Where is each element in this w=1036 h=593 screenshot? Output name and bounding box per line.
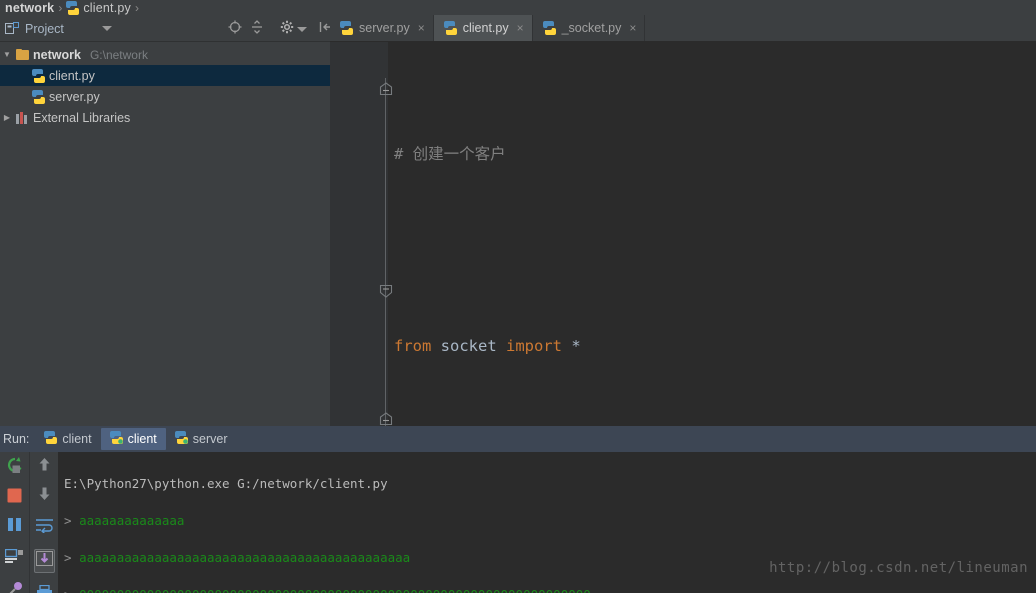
folder-icon [16, 49, 29, 60]
run-tab-label: client [127, 432, 157, 446]
editor-tab-client-py[interactable]: client.py × [433, 15, 533, 41]
soft-wrap-icon[interactable] [35, 518, 54, 538]
tree-node-network[interactable]: ▼ network G:\network [0, 44, 330, 65]
editor-tab-socket-py[interactable]: _socket.py × [532, 15, 646, 41]
breadcrumb-separator-2: › [134, 1, 139, 15]
pycharm-window: network › client.py › Project ▼ network … [0, 0, 1036, 593]
python-file-icon [542, 21, 556, 35]
python-run-icon [174, 431, 188, 447]
stop-icon[interactable] [7, 488, 22, 508]
python-file-icon [340, 21, 353, 35]
up-arrow-icon[interactable] [37, 457, 52, 477]
settings-gear-icon[interactable] [280, 20, 294, 39]
console-command-line: E:\Python27\python.exe G:/network/client… [64, 475, 388, 491]
project-toolbar [222, 16, 331, 42]
settings-chevron-down-icon[interactable] [297, 26, 307, 32]
run-tab-client-2[interactable]: client [100, 428, 166, 450]
code-content[interactable]: # 创建一个客户 from socket import * s = socket… [388, 42, 1036, 426]
close-icon[interactable]: × [418, 21, 425, 35]
code-editor[interactable]: # 创建一个客户 from socket import * s = socket… [330, 42, 1036, 426]
pause-icon[interactable] [7, 517, 22, 537]
python-run-icon [109, 431, 123, 447]
project-panel-title: Project [25, 21, 64, 36]
editor-tab-label: _socket.py [561, 21, 622, 35]
python-file-icon [32, 68, 45, 83]
project-window-icon [5, 22, 19, 35]
python-run-icon [44, 431, 58, 447]
tree-node-label: network [33, 47, 81, 62]
library-books-icon [16, 111, 29, 124]
tree-node-external-libraries[interactable]: ▶ External Libraries [0, 107, 330, 128]
watermark-text: http://blog.csdn.net/lineuman [769, 560, 1028, 576]
breadcrumb-project[interactable]: network [2, 1, 57, 15]
run-tab-server[interactable]: server [166, 428, 237, 450]
code-line: # 创建一个客户 [388, 138, 1036, 170]
pin-tab-icon[interactable] [6, 581, 23, 593]
breadcrumb-file[interactable]: client.py [63, 1, 134, 15]
chevron-down-icon[interactable] [101, 26, 112, 31]
run-tool-window-tabbar: Run: client client server [0, 426, 1036, 452]
python-file-icon [32, 89, 45, 104]
run-tab-label: client [62, 432, 92, 446]
editor-tab-label: server.py [359, 21, 410, 35]
run-label: Run: [3, 432, 30, 446]
tree-node-label: client.py [49, 68, 95, 83]
down-arrow-icon[interactable] [37, 486, 52, 506]
code-comment: # 创建一个客户 [394, 145, 506, 163]
project-tree[interactable]: ▼ network G:\network client.py server.py… [0, 42, 330, 426]
editor-tab-server-py[interactable]: server.py × [330, 15, 434, 41]
tree-node-label: server.py [49, 89, 100, 104]
run-actions-column [0, 452, 29, 593]
collapsed-arrow-icon[interactable]: ▶ [2, 113, 12, 122]
tree-node-client-py[interactable]: client.py [0, 65, 330, 86]
close-icon[interactable]: × [517, 21, 524, 35]
scroll-to-end-icon[interactable] [33, 549, 55, 573]
collapse-all-icon[interactable] [250, 19, 264, 39]
tree-node-path: G:\network [89, 47, 148, 62]
tree-node-label: External Libraries [33, 110, 131, 125]
run-sidebar-toolbar [0, 452, 58, 593]
console-output-line: > 00000000000000000000000000000000000000… [64, 586, 1036, 593]
fold-region-line [385, 78, 386, 426]
editor-tab-label: client.py [462, 21, 509, 35]
expanded-arrow-icon[interactable]: ▼ [2, 50, 12, 59]
run-tab-client-1[interactable]: client [35, 428, 100, 450]
close-icon[interactable]: × [629, 21, 636, 35]
rerun-icon[interactable] [6, 457, 23, 479]
breadcrumb-file-label: client.py [83, 1, 131, 15]
python-file-icon [443, 21, 457, 35]
editor-tab-bar: server.py × client.py × _socket.py × [330, 14, 1036, 42]
print-icon[interactable] [36, 584, 53, 593]
python-file-icon [66, 1, 80, 15]
console-output-line: > aaaaaaaaaaaaaa [64, 512, 185, 528]
code-line: from socket import * [394, 337, 581, 355]
run-tab-label: server [192, 432, 228, 446]
tree-node-server-py[interactable]: server.py [0, 86, 330, 107]
console-icon[interactable] [4, 548, 24, 569]
run-output-actions-column [29, 452, 58, 593]
breadcrumb-project-label: network [5, 1, 55, 15]
locate-file-icon[interactable] [228, 20, 242, 39]
